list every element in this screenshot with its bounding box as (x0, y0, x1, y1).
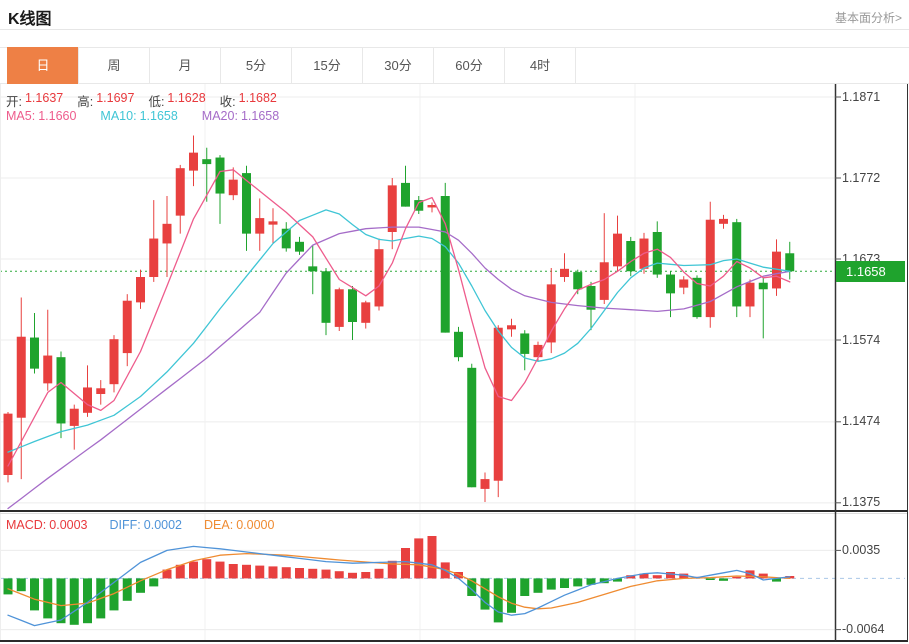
current-price-badge: 1.1658 (836, 261, 905, 282)
price-tick-4: 1.1574 (842, 332, 904, 348)
open-label: 开: (6, 91, 22, 110)
macd-tick-1: 0.0035 (842, 542, 904, 558)
tab-60min[interactable]: 60分 (433, 47, 505, 84)
price-tick-1: 1.1871 (842, 89, 904, 105)
header-divider (0, 29, 909, 30)
low-value: 1.1628 (167, 91, 205, 110)
tab-4hour[interactable]: 4时 (504, 47, 576, 84)
kline-page: K线图 基本面分析> 日 周 月 5分 15分 30分 60分 4时 开:1.1… (0, 0, 909, 644)
tab-15min[interactable]: 15分 (291, 47, 363, 84)
high-value: 1.1697 (96, 91, 134, 110)
ma10-label: MA10: (100, 109, 136, 123)
tab-week[interactable]: 周 (78, 47, 150, 84)
ohlc-readout: 开:1.1637 高:1.1697 低:1.1628 收:1.1682 (6, 91, 277, 110)
macd-readout: MACD:0.0003 DIFF:0.0002 DEA:0.0000 (6, 518, 274, 532)
page-title: K线图 (8, 5, 52, 29)
ma10-value: 1.1658 (140, 109, 178, 123)
interval-tabs: 日 周 月 5分 15分 30分 60分 4时 (7, 47, 576, 84)
price-tick-5: 1.1474 (842, 413, 904, 429)
candlestick-macd-chart-canvas[interactable] (0, 84, 909, 644)
ma20-value: 1.1658 (241, 109, 279, 123)
ma20-label: MA20: (202, 109, 238, 123)
tab-5min[interactable]: 5分 (220, 47, 292, 84)
tab-30min[interactable]: 30分 (362, 47, 434, 84)
price-tick-2: 1.1772 (842, 170, 904, 186)
dea-value: 0.0000 (236, 518, 274, 532)
close-label: 收: (220, 91, 236, 110)
tab-month[interactable]: 月 (149, 47, 221, 84)
macd-label: MACD: (6, 518, 46, 532)
diff-value: 0.0002 (144, 518, 182, 532)
ma5-label: MA5: (6, 109, 35, 123)
close-value: 1.1682 (239, 91, 277, 110)
macd-value: 0.0003 (49, 518, 87, 532)
low-label: 低: (148, 91, 164, 110)
high-label: 高: (77, 91, 93, 110)
price-tick-6: 1.1375 (842, 494, 904, 510)
open-value: 1.1637 (25, 91, 63, 110)
macd-tick-2: -0.0064 (842, 621, 904, 637)
dea-label: DEA: (204, 518, 233, 532)
ma5-value: 1.1660 (38, 109, 76, 123)
tab-day[interactable]: 日 (7, 47, 79, 84)
fundamental-analysis-link[interactable]: 基本面分析> (835, 9, 902, 26)
diff-label: DIFF: (110, 518, 141, 532)
ma-readout: MA5:1.1660 MA10:1.1658 MA20:1.1658 (6, 109, 279, 123)
